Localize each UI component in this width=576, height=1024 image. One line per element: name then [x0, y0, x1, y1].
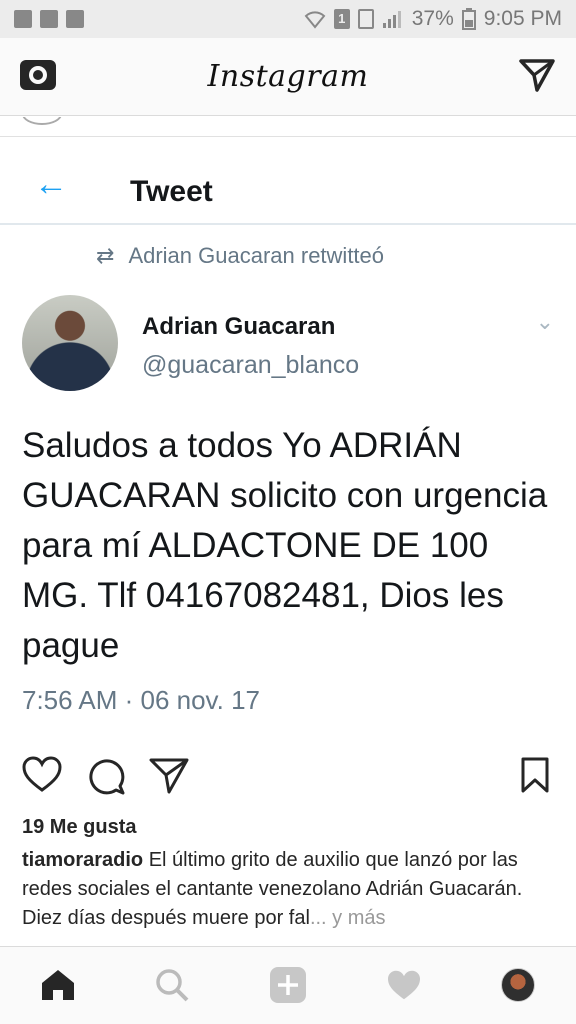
activity-heart-icon[interactable]	[384, 965, 424, 1005]
notification-icons	[14, 10, 84, 28]
flipboard-notification-icon	[40, 10, 58, 28]
likes-count[interactable]: 19 Me gusta	[22, 816, 136, 839]
battery-icon	[461, 8, 476, 30]
post-action-bar	[0, 756, 576, 800]
camera-icon[interactable]	[20, 60, 56, 90]
tweet-timestamp: 7:56 AM · 06 nov. 17	[22, 685, 260, 715]
status-bar: 1 37% 9:05 PM	[0, 0, 576, 38]
tweet-author-name: Adrian Guacaran	[142, 313, 336, 340]
tweet-nav-title: Tweet	[130, 175, 213, 208]
battery-percent: 37%	[411, 7, 454, 30]
share-icon[interactable]	[148, 756, 190, 796]
tweet-nav-bar: ← Tweet	[0, 137, 576, 225]
caption-username[interactable]: tiamoraradio	[22, 849, 143, 871]
bookmark-icon[interactable]	[520, 756, 550, 794]
search-icon[interactable]	[152, 965, 192, 1005]
back-arrow-icon: ←	[34, 165, 68, 203]
retweet-line: ⇄ Adrian Guacaran retwitteó	[96, 243, 384, 269]
system-icons: 1 37% 9:05 PM	[304, 7, 562, 31]
instagram-logo: Instagram	[207, 59, 369, 94]
previous-post-edge	[0, 117, 576, 137]
add-icon[interactable]	[268, 965, 308, 1005]
bottom-nav	[0, 946, 576, 1024]
wifi-icon	[304, 11, 326, 29]
facebook-notification-icon	[66, 10, 84, 28]
clock: 9:05 PM	[483, 7, 562, 30]
retweet-label: Adrian Guacaran retwitteó	[128, 243, 385, 268]
tweet-text: Saludos a todos Yo ADRIÁN GUACARAN solic…	[22, 426, 548, 665]
tweet-author-avatar	[22, 295, 118, 391]
comment-icon[interactable]	[86, 756, 126, 796]
direct-message-icon[interactable]	[518, 56, 556, 94]
caption-more-link[interactable]: ... y más	[310, 907, 386, 929]
home-icon[interactable]	[38, 965, 78, 1005]
instagram-header: Instagram	[0, 38, 576, 116]
like-heart-icon[interactable]	[22, 756, 62, 794]
post-image[interactable]: ← Tweet ⇄ Adrian Guacaran retwitteó Adri…	[0, 117, 576, 747]
signal-icon	[382, 11, 401, 28]
profile-avatar[interactable]	[498, 965, 538, 1005]
retweet-icon: ⇄	[96, 243, 115, 268]
gallery-notification-icon	[14, 10, 32, 28]
chevron-down-icon: ⌄	[535, 309, 554, 334]
tweet-author-handle: @guacaran_blanco	[142, 351, 360, 379]
post-caption: tiamoraradio El último grito de auxilio …	[22, 846, 562, 933]
sim-icon: 1	[333, 9, 350, 29]
data-icon	[357, 9, 374, 29]
